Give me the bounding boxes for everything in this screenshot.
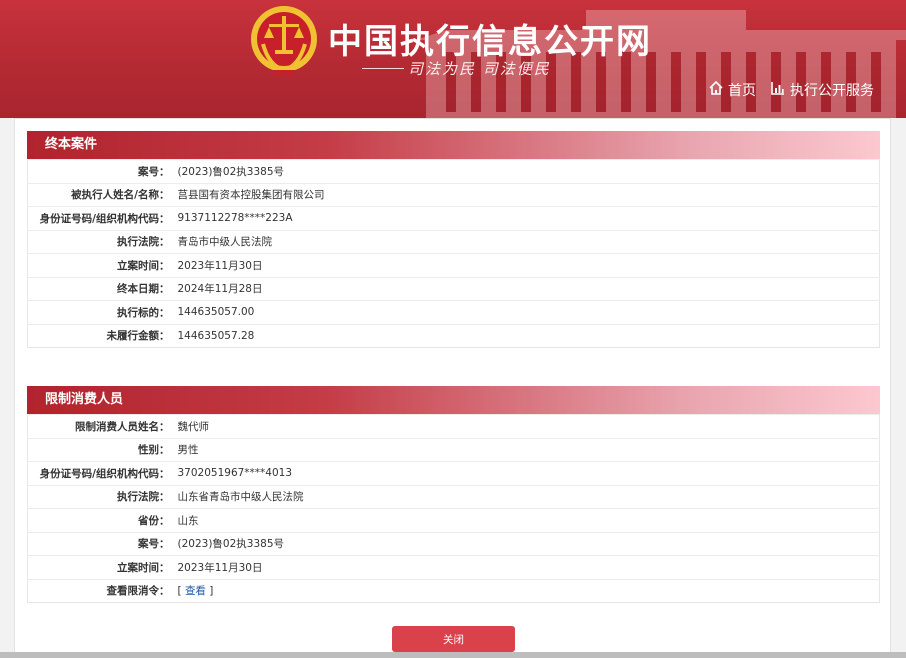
field-value: 山东 [173,508,880,532]
field-value: 莒县国有资本控股集团有限公司 [173,182,880,207]
field-value: 9137112278****223A [173,206,880,230]
field-label: 立案时间： [27,253,174,277]
field-label: 案号： [27,531,174,556]
table-row: 省份： 山东 [27,508,880,532]
table-row: 性别： 男性 [27,437,880,462]
restricted-person-section: 限制消费人员 限制消费人员姓名： 魏代师 性别： 男性 身份证号码/组织机构代码： 3… [27,386,880,603]
field-label: 执行法院： [27,229,174,254]
table-row: 限制消费人员姓名： 魏代师 [27,414,880,438]
table-row: 身份证号码/组织机构代码： 3702051967****4013 [27,461,880,485]
field-value: 2023年11月30日 [173,555,880,579]
restricted-person-table: 限制消费人员姓名： 魏代师 性别： 男性 身份证号码/组织机构代码： 37020519… [27,414,880,603]
field-label: 身份证号码/组织机构代码： [27,206,174,230]
field-label: 查看限消令： [27,578,174,603]
field-label: 案号： [27,159,174,183]
field-label: 省份： [27,508,174,532]
nav-home[interactable]: 首页 [708,80,756,100]
terminated-case-table: 案号： (2023)鲁02执3385号 被执行人姓名/名称： 莒县国有资本控股集团有… [27,159,880,348]
table-row: 案号： (2023)鲁02执3385号 [27,159,880,183]
nav-enforcement-services[interactable]: 执行公开服务 [770,80,874,100]
table-row: 终本日期： 2024年11月28日 [27,276,880,301]
field-label: 性别： [27,437,174,462]
bracket-open: [ [177,585,185,598]
site-slogan: 司法为民 司法便民 [408,60,551,78]
field-value: 3702051967****4013 [173,461,880,485]
table-row: 未履行金额： 144635057.28 [27,323,880,348]
site-header: 中国执行信息公开网 司法为民 司法便民 首页 执行公开服务 [0,0,906,118]
table-row: 执行法院： 青岛市中级人民法院 [27,229,880,254]
chart-icon [770,80,786,100]
terminated-case-section: 终本案件 案号： (2023)鲁02执3385号 被执行人姓名/名称： 莒县国有资本… [27,131,880,348]
field-value: 魏代师 [173,414,880,438]
table-row: 身份证号码/组织机构代码： 9137112278****223A [27,206,880,230]
table-row: 执行法院： 山东省青岛市中级人民法院 [27,484,880,509]
field-value: 山东省青岛市中级人民法院 [173,484,880,509]
court-emblem-logo [251,6,317,78]
field-value: 2023年11月30日 [173,253,880,277]
close-button[interactable]: 关闭 [392,626,515,652]
home-icon [708,80,724,100]
table-row: 被执行人姓名/名称： 莒县国有资本控股集团有限公司 [27,182,880,207]
table-row: 立案时间： 2023年11月30日 [27,555,880,579]
field-value: [ 查看 ] [173,578,880,603]
field-value: (2023)鲁02执3385号 [173,531,880,556]
field-label: 被执行人姓名/名称： [27,182,174,207]
field-label: 终本日期： [27,276,174,301]
site-title: 中国执行信息公开网 [328,22,652,62]
field-label: 执行标的： [27,300,174,324]
view-restriction-order-link[interactable]: 查看 [185,585,206,597]
field-label: 立案时间： [27,555,174,579]
terminated-case-title: 终本案件 [27,131,880,159]
field-label: 未履行金额： [27,323,174,348]
field-value: 青岛市中级人民法院 [173,229,880,254]
field-value: 2024年11月28日 [173,276,880,301]
table-row: 立案时间： 2023年11月30日 [27,253,880,277]
field-label: 执行法院： [27,484,174,509]
detail-panel: 终本案件 案号： (2023)鲁02执3385号 被执行人姓名/名称： 莒县国有资本… [14,118,891,658]
field-value: (2023)鲁02执3385号 [173,159,880,183]
slogan-divider [362,68,404,69]
table-row: 查看限消令： [ 查看 ] [27,578,880,603]
field-label: 身份证号码/组织机构代码： [27,461,174,485]
nav-home-label: 首页 [728,83,756,99]
taskbar-strip [0,652,906,658]
nav-enforcement-services-label: 执行公开服务 [790,83,874,99]
restricted-person-title: 限制消费人员 [27,386,880,414]
bracket-close: ] [205,585,214,598]
field-value: 男性 [173,437,880,462]
table-row: 执行标的： 144635057.00 [27,300,880,324]
field-value: 144635057.28 [173,323,880,348]
field-value: 144635057.00 [173,300,880,324]
field-label: 限制消费人员姓名： [27,414,174,438]
top-nav: 首页 执行公开服务 [708,80,874,100]
table-row: 案号： (2023)鲁02执3385号 [27,531,880,556]
